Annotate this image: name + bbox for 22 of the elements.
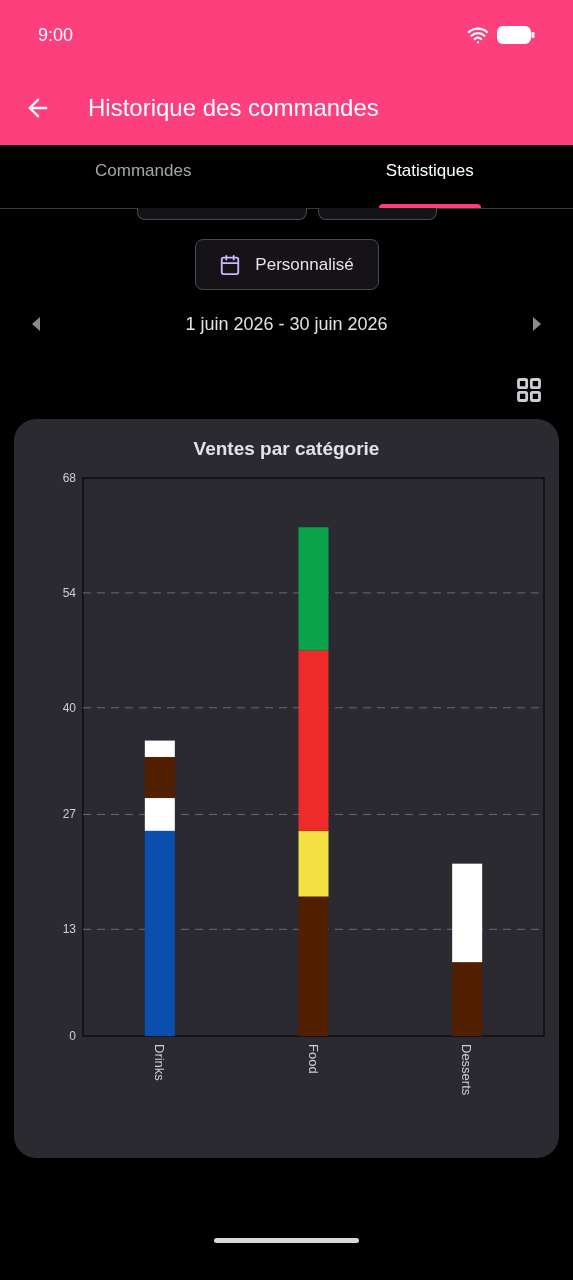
y-tick-label: 13 — [62, 922, 76, 937]
y-tick-label: 27 — [62, 807, 76, 822]
calendar-icon — [219, 253, 242, 276]
previous-button[interactable] — [32, 317, 42, 331]
battery-icon — [497, 26, 535, 44]
y-tick-label: 0 — [69, 1029, 76, 1043]
tab[interactable]: Commandes — [0, 145, 287, 208]
status-time: 9:00 — [38, 23, 74, 47]
y-tick-label: 68 — [62, 471, 76, 485]
next-button[interactable] — [531, 317, 541, 331]
period-button[interactable]: Personnalisé — [194, 239, 379, 290]
chart-title: Ventes par catégorie — [193, 437, 380, 461]
category-label: Drinks — [151, 1044, 167, 1081]
category-label: Desserts — [459, 1044, 475, 1096]
page-title: Historique des commandes — [88, 92, 379, 123]
wifi-icon — [467, 24, 489, 46]
grid-view-icon[interactable] — [515, 376, 543, 404]
date-range: 1 juin 2026 - 30 juin 2026 — [185, 312, 388, 336]
y-tick-label: 54 — [62, 585, 76, 600]
tab[interactable]: Statistiques — [286, 145, 573, 208]
category-label: Food — [305, 1044, 321, 1074]
y-tick-label: 40 — [62, 700, 76, 715]
